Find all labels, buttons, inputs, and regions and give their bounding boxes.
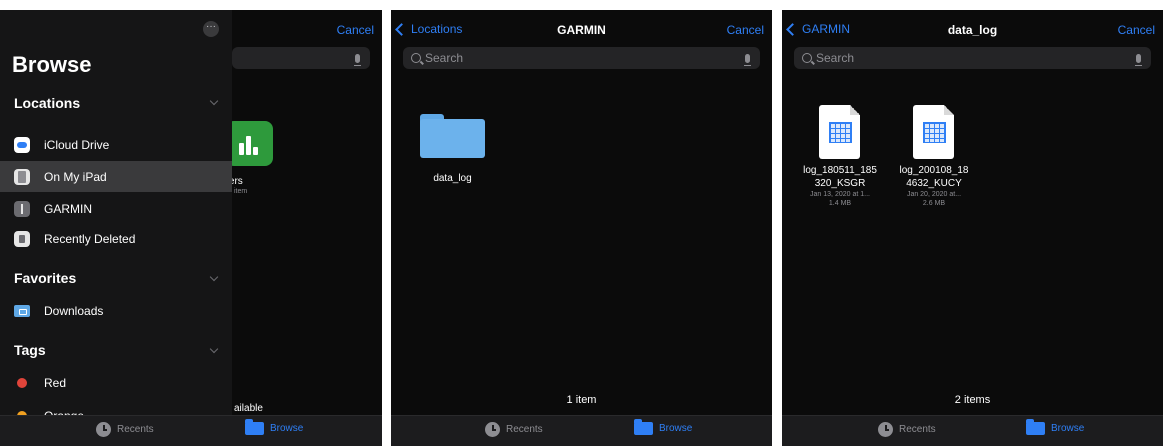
sidebar-item-downloads[interactable]: Downloads	[0, 295, 232, 326]
item-sub-partial: item	[234, 188, 248, 195]
chevron-down-icon[interactable]	[209, 344, 219, 354]
icloud-icon	[14, 136, 30, 153]
search-input[interactable]	[421, 51, 745, 65]
tab-bar: Recents Browse	[782, 415, 1163, 446]
ipad-icon	[14, 168, 30, 185]
item-count: 2 items	[954, 394, 991, 406]
folder-icon	[245, 419, 264, 435]
sidebar-item-recently-deleted[interactable]: Recently Deleted	[0, 223, 232, 254]
more-options-button[interactable]: ···	[203, 21, 219, 37]
tab-recents[interactable]: Recents	[485, 422, 543, 437]
search-bar[interactable]	[794, 47, 1151, 69]
folder-icon	[634, 419, 653, 435]
tab-browse[interactable]: Browse	[1026, 419, 1085, 435]
sidebar-item-label: GARMIN	[44, 201, 92, 216]
search-input[interactable]	[812, 51, 1136, 65]
cancel-button[interactable]: Cancel	[727, 23, 764, 37]
microphone-icon[interactable]	[354, 53, 361, 66]
section-header-tags[interactable]: Tags	[14, 342, 46, 358]
microphone-icon[interactable]	[744, 53, 751, 66]
status-text-partial: ailable	[234, 403, 263, 414]
tab-browse-label: Browse	[659, 423, 693, 434]
folder-icon[interactable]	[420, 114, 485, 158]
section-header-locations[interactable]: Locations	[14, 95, 80, 111]
sidebar-item-label: Recently Deleted	[44, 231, 136, 246]
section-header-favorites[interactable]: Favorites	[14, 270, 76, 286]
data-log-folder-panel: GARMIN data_log Cancel log_180511_185 32…	[782, 10, 1163, 446]
sidebar-item-label: Red	[44, 375, 67, 390]
files-browse-sidebar-panel: Cancel mbers item ailable ··· Browse Loc…	[0, 10, 382, 446]
tab-recents[interactable]: Recents	[96, 422, 154, 437]
chevron-down-icon[interactable]	[209, 272, 219, 282]
tab-recents-label: Recents	[117, 424, 154, 435]
item-count: 1 item	[566, 394, 597, 406]
tab-browse[interactable]: Browse	[634, 419, 693, 435]
tab-browse[interactable]: Browse	[245, 419, 304, 435]
folder-icon	[1026, 419, 1045, 435]
search-bar[interactable]	[403, 47, 760, 69]
sidebar-item-tag-red[interactable]: Red	[0, 367, 232, 398]
sidebar-item-label: On My iPad	[44, 169, 107, 184]
sidebar: ··· Browse Locations iCloud Drive On My …	[0, 10, 232, 423]
search-bar-partial[interactable]	[232, 47, 370, 69]
tab-browse-label: Browse	[270, 423, 304, 434]
page-title: data_log	[947, 23, 998, 37]
trash-icon	[14, 230, 30, 247]
file-size: 1.4 MB	[828, 200, 852, 207]
sidebar-item-garmin[interactable]: GARMIN	[0, 193, 232, 224]
search-icon	[802, 53, 812, 63]
clock-icon	[96, 422, 111, 437]
search-icon	[411, 53, 421, 63]
tab-browse-label: Browse	[1051, 423, 1085, 434]
microphone-icon[interactable]	[1135, 53, 1142, 66]
cancel-button[interactable]: Cancel	[1118, 23, 1155, 37]
file-name-line2[interactable]: 4632_KUCY	[890, 178, 978, 189]
page-title: GARMIN	[557, 23, 606, 37]
spreadsheet-grid-icon	[829, 122, 852, 143]
sidebar-title: Browse	[12, 52, 92, 77]
tab-bar: Recents Browse	[0, 415, 382, 446]
folder-name[interactable]: data_log	[412, 173, 493, 184]
chevron-down-icon[interactable]	[209, 96, 219, 106]
usb-icon	[14, 200, 30, 217]
file-name-line1[interactable]: log_180511_185	[796, 165, 884, 176]
tab-recents-label: Recents	[899, 424, 936, 435]
sidebar-item-on-my-ipad[interactable]: On My iPad	[0, 161, 232, 192]
file-name-line1[interactable]: log_200108_18	[890, 165, 978, 176]
spreadsheet-file-icon[interactable]	[913, 105, 954, 159]
garmin-folder-panel: Locations GARMIN Cancel data_log 1 item …	[391, 10, 772, 446]
file-date: Jan 20, 2020 at...	[906, 191, 962, 198]
cancel-button[interactable]: Cancel	[337, 23, 374, 37]
file-name-line2[interactable]: 320_KSGR	[796, 178, 884, 189]
sidebar-item-label: Downloads	[44, 303, 104, 318]
sidebar-item-icloud-drive[interactable]: iCloud Drive	[0, 129, 232, 160]
spreadsheet-file-icon[interactable]	[819, 105, 860, 159]
numbers-app-icon[interactable]	[226, 121, 273, 166]
tab-bar: Recents Browse	[391, 415, 772, 446]
clock-icon	[878, 422, 893, 437]
downloads-folder-icon	[14, 304, 30, 317]
sidebar-item-label: iCloud Drive	[44, 137, 110, 152]
file-date: Jan 13, 2020 at 1...	[810, 191, 870, 198]
clock-icon	[485, 422, 500, 437]
file-size: 2.6 MB	[922, 200, 946, 207]
red-tag-dot-icon	[17, 377, 27, 388]
tab-recents[interactable]: Recents	[878, 422, 936, 437]
spreadsheet-grid-icon	[923, 122, 946, 143]
tab-recents-label: Recents	[506, 424, 543, 435]
